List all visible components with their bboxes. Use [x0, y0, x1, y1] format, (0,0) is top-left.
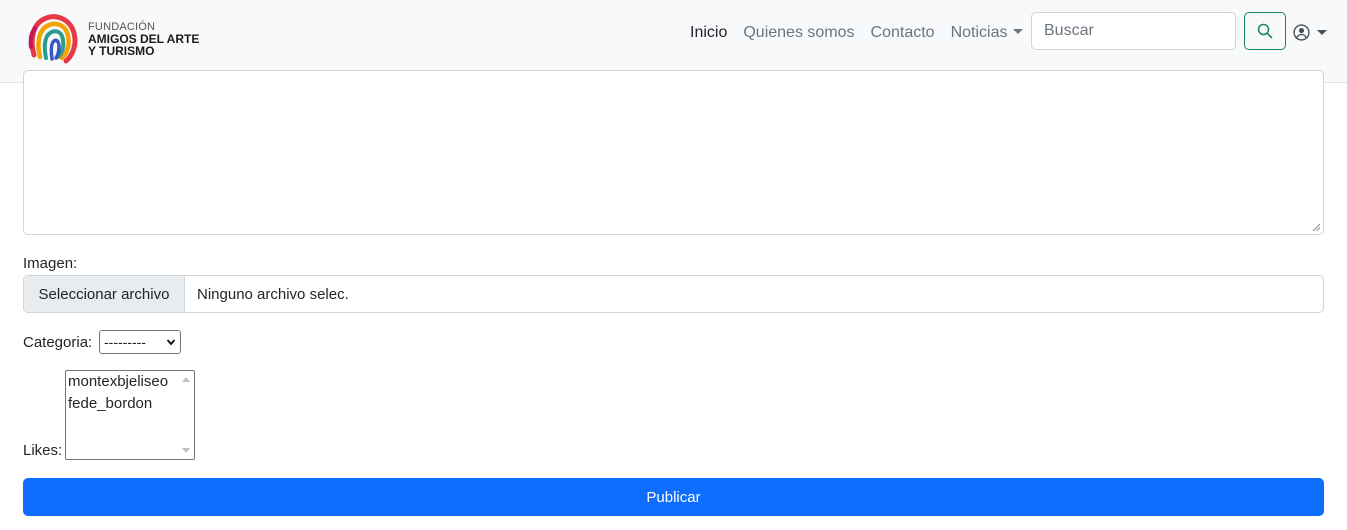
search-button[interactable] — [1244, 12, 1286, 50]
brand-line-3: Y TURISMO — [88, 43, 155, 58]
caret-down-icon — [1317, 29, 1327, 35]
brand-line-2: AMIGOS DEL ARTE — [88, 31, 200, 46]
likes-option[interactable]: fede_bordon — [66, 393, 194, 415]
nav-link-quienes-somos[interactable]: Quienes somos — [743, 24, 854, 42]
likes-option[interactable]: montexbjeliseo — [66, 371, 194, 393]
caret-down-icon — [1013, 29, 1024, 34]
brand-logo-link[interactable]: FUNDACIÓN AMIGOS DEL ARTE Y TURISMO — [26, 11, 216, 66]
brand-text: FUNDACIÓN AMIGOS DEL ARTE Y TURISMO — [88, 21, 199, 57]
search-icon — [1257, 23, 1273, 39]
chevron-down-icon — [166, 339, 176, 346]
nav-link-contacto[interactable]: Contacto — [871, 24, 935, 42]
resize-grip-icon[interactable] — [1312, 223, 1320, 231]
likes-multiselect[interactable]: montexbjeliseo fede_bordon — [65, 370, 195, 460]
image-label: Imagen: — [23, 255, 78, 272]
nav-link-inicio[interactable]: Inicio — [690, 24, 727, 42]
scroll-up-arrow-icon[interactable] — [182, 377, 190, 382]
brand-line-1: FUNDACIÓN — [88, 20, 156, 33]
nav-links: Inicio Quienes somos Contacto Noticias — [690, 21, 1039, 45]
user-menu-dropdown[interactable] — [1293, 22, 1327, 42]
category-selected-value: --------- — [104, 334, 146, 350]
nav-dropdown-noticias[interactable]: Noticias — [951, 24, 1024, 42]
user-circle-icon — [1293, 23, 1310, 41]
scroll-down-arrow-icon[interactable] — [182, 448, 190, 453]
search-input[interactable] — [1031, 12, 1236, 50]
publish-button[interactable]: Publicar — [23, 478, 1324, 516]
content-textarea[interactable] — [23, 70, 1324, 235]
image-file-input[interactable]: Seleccionar archivo Ninguno archivo sele… — [23, 275, 1324, 313]
select-file-button[interactable]: Seleccionar archivo — [24, 276, 185, 312]
selected-file-name: Ninguno archivo selec. — [197, 285, 349, 303]
category-label: Categoria: — [23, 334, 93, 351]
listbox-scrollbar[interactable] — [179, 371, 194, 459]
nav-dropdown-noticias-label: Noticias — [950, 24, 1008, 41]
foundation-logo-icon — [28, 14, 78, 64]
likes-label: Likes: — [23, 442, 63, 459]
category-select[interactable]: --------- — [99, 330, 181, 354]
